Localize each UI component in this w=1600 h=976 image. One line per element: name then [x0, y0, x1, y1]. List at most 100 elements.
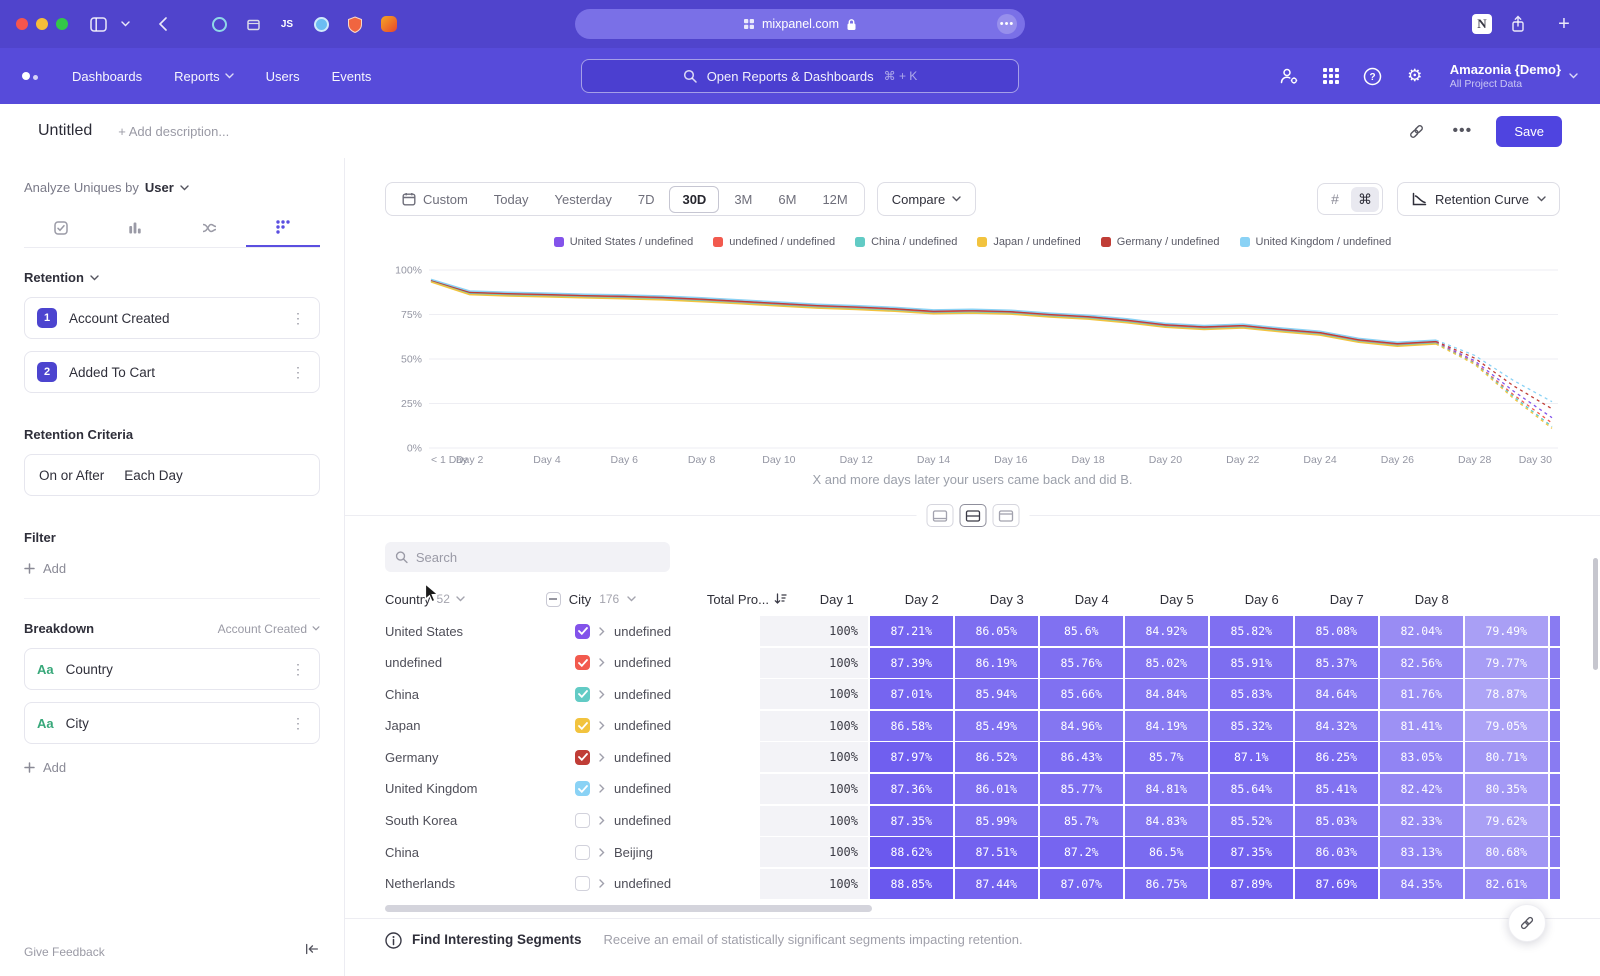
expand-row-icon[interactable]	[599, 627, 605, 636]
nav-item-reports[interactable]: Reports	[174, 69, 234, 84]
legend-item[interactable]: Germany / undefined	[1101, 236, 1220, 248]
add-filter-button[interactable]: Add	[24, 561, 320, 576]
expand-row-icon[interactable]	[599, 721, 605, 730]
chart-type-selector[interactable]: Retention Curve	[1397, 182, 1560, 216]
back-icon[interactable]	[150, 12, 174, 36]
city-column-header[interactable]: City 176	[546, 592, 703, 607]
breakdown-card[interactable]: Aa Country ⋮	[24, 648, 320, 690]
retention-criteria-card[interactable]: On or After Each Day	[24, 454, 320, 496]
expand-row-icon[interactable]	[599, 784, 605, 793]
legend-item[interactable]: undefined / undefined	[713, 236, 835, 248]
expand-row-icon[interactable]	[599, 690, 605, 699]
close-window-button[interactable]	[16, 18, 28, 30]
kebab-menu-icon[interactable]: ⋮	[289, 310, 307, 327]
breakdown-card[interactable]: Aa City ⋮	[24, 702, 320, 744]
legend-item[interactable]: Japan / undefined	[977, 236, 1080, 248]
chevron-down-icon[interactable]	[118, 12, 132, 36]
collapse-sidebar-icon[interactable]	[304, 941, 320, 962]
day-column-header[interactable]: Day 2	[880, 592, 964, 607]
row-checkbox[interactable]	[575, 624, 590, 639]
horizontal-scrollbar-thumb[interactable]	[385, 905, 872, 912]
tab-retention[interactable]	[246, 209, 320, 247]
row-checkbox[interactable]	[575, 718, 590, 733]
breakdown-scope-selector[interactable]: Account Created	[218, 622, 320, 636]
apps-grid-icon[interactable]	[1320, 65, 1342, 87]
expand-row-icon[interactable]	[599, 879, 605, 888]
browser-extension-icon[interactable]	[242, 13, 264, 35]
expand-row-icon[interactable]	[599, 753, 605, 762]
day-column-header[interactable]: Day 6	[1220, 592, 1304, 607]
tab-insights[interactable]	[24, 209, 98, 247]
row-checkbox[interactable]	[575, 876, 590, 891]
report-title[interactable]: Untitled	[38, 122, 92, 140]
address-bar[interactable]: mixpanel.com •••	[575, 9, 1025, 39]
page-scrollbar-thumb[interactable]	[1593, 558, 1598, 670]
row-checkbox[interactable]	[575, 687, 590, 702]
add-description-button[interactable]: + Add description...	[118, 124, 229, 139]
day-column-header[interactable]: Day 7	[1305, 592, 1389, 607]
row-checkbox[interactable]	[575, 655, 590, 670]
add-breakdown-button[interactable]: Add	[24, 760, 320, 775]
retention-step-card[interactable]: 1 Account Created ⋮	[24, 297, 320, 339]
copy-link-icon[interactable]	[1404, 119, 1428, 143]
row-checkbox[interactable]	[575, 813, 590, 828]
mixpanel-logo-icon[interactable]	[22, 72, 38, 80]
day-column-header[interactable]: Day 8	[1390, 592, 1474, 607]
zoom-window-button[interactable]	[56, 18, 68, 30]
global-search-button[interactable]: Open Reports & Dashboards ⌘ + K	[581, 59, 1019, 93]
keyboard-shortcuts-icon[interactable]: ⌘	[1351, 187, 1379, 212]
save-button[interactable]: Save	[1496, 116, 1562, 147]
browser-extension-icon[interactable]	[310, 13, 332, 35]
nav-item-events[interactable]: Events	[332, 69, 372, 84]
range-30d[interactable]: 30D	[669, 186, 719, 213]
browser-sidebar-toggle-icon[interactable]	[86, 12, 110, 36]
browser-extension-icon[interactable]	[378, 13, 400, 35]
retention-step-card[interactable]: 2 Added To Cart ⋮	[24, 351, 320, 393]
more-options-icon[interactable]: •••	[1450, 119, 1474, 143]
settings-gear-icon[interactable]: ⚙	[1404, 65, 1426, 87]
row-checkbox[interactable]	[575, 781, 590, 796]
expand-row-icon[interactable]	[599, 816, 605, 825]
range-6m[interactable]: 6M	[765, 183, 809, 215]
new-tab-icon[interactable]: +	[1552, 12, 1576, 36]
browser-extension-icon[interactable]	[344, 13, 366, 35]
total-column-header[interactable]: Total Pro...	[702, 592, 795, 607]
expand-row-icon[interactable]	[599, 658, 605, 667]
kebab-menu-icon[interactable]: ⋮	[289, 364, 307, 381]
day-column-header[interactable]: Day 3	[965, 592, 1049, 607]
day-column-header[interactable]: Day 1	[795, 592, 879, 607]
chart-only-view-icon[interactable]	[926, 504, 953, 527]
range-7d[interactable]: 7D	[625, 183, 668, 215]
day-column-header[interactable]: Day 5	[1135, 592, 1219, 607]
notion-extension-icon[interactable]: N	[1472, 14, 1492, 34]
tab-funnels[interactable]	[98, 209, 172, 247]
kebab-menu-icon[interactable]: ⋮	[289, 661, 307, 678]
data-management-icon[interactable]	[1278, 65, 1300, 87]
help-icon[interactable]: ?	[1362, 65, 1384, 87]
browser-extension-icon[interactable]: JS	[276, 13, 298, 35]
number-format-icon[interactable]: #	[1321, 187, 1349, 212]
select-all-checkbox[interactable]	[546, 592, 561, 607]
kebab-menu-icon[interactable]: ⋮	[289, 715, 307, 732]
minimize-window-button[interactable]	[36, 18, 48, 30]
legend-item[interactable]: China / undefined	[855, 236, 957, 248]
retention-section-toggle[interactable]: Retention	[24, 270, 320, 285]
split-view-icon[interactable]	[959, 504, 986, 527]
row-checkbox[interactable]	[575, 750, 590, 765]
give-feedback-link[interactable]: Give Feedback	[24, 945, 105, 959]
expand-row-icon[interactable]	[599, 848, 605, 857]
range-custom[interactable]: Custom	[389, 183, 481, 215]
more-icon[interactable]: •••	[997, 14, 1017, 34]
analyze-uniques-selector[interactable]: Analyze Uniques by User	[24, 180, 320, 195]
table-search-input[interactable]	[416, 550, 660, 565]
tab-flows[interactable]	[172, 209, 246, 247]
table-only-view-icon[interactable]	[992, 504, 1019, 527]
legend-item[interactable]: United States / undefined	[554, 236, 694, 248]
browser-extension-icon[interactable]	[208, 13, 230, 35]
row-checkbox[interactable]	[575, 845, 590, 860]
range-yesterday[interactable]: Yesterday	[542, 183, 625, 215]
legend-item[interactable]: United Kingdom / undefined	[1240, 236, 1392, 248]
criteria-each-day[interactable]: Each Day	[124, 468, 183, 483]
range-12m[interactable]: 12M	[809, 183, 860, 215]
share-icon[interactable]	[1506, 12, 1530, 36]
